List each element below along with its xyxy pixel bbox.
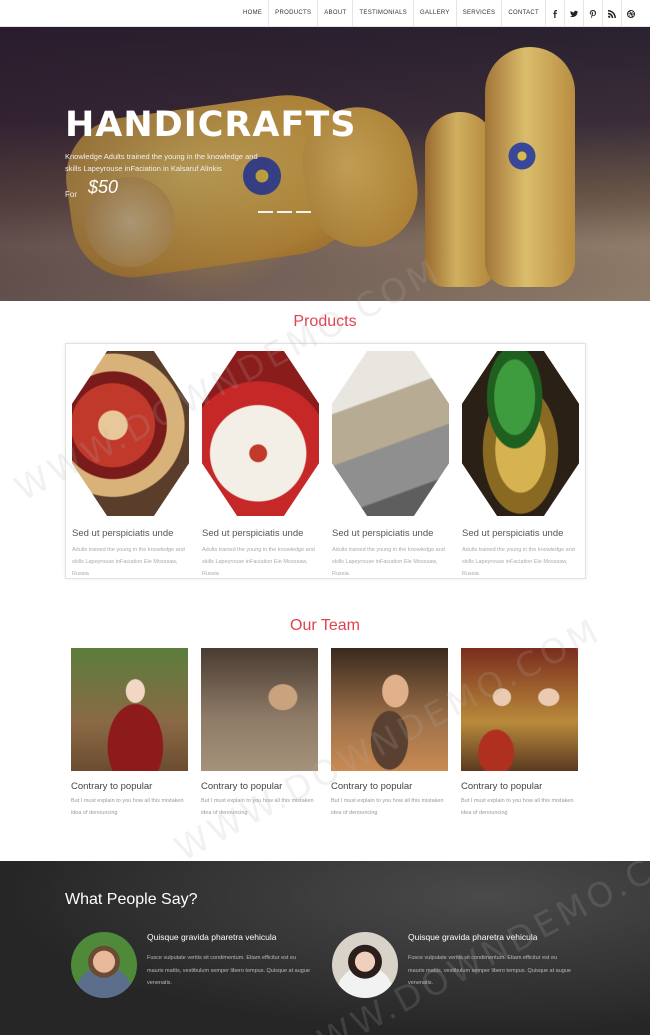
nav-testimonials[interactable]: TESTIMONIALS bbox=[352, 0, 413, 27]
slider-dot[interactable] bbox=[258, 211, 273, 213]
team-card[interactable]: Contrary to popular But I must explain t… bbox=[461, 648, 578, 819]
product-title: Sed ut perspiciatis unde bbox=[202, 528, 304, 539]
product-image-puppet bbox=[462, 351, 579, 516]
nav-about[interactable]: ABOUT bbox=[317, 0, 352, 27]
hero-subtitle: Knowledge Adults trained the young in th… bbox=[65, 152, 258, 173]
team-photo bbox=[71, 648, 188, 771]
products-panel: Sed ut perspiciatis unde Adults trained … bbox=[65, 343, 586, 579]
slider-dot[interactable] bbox=[296, 211, 311, 213]
nav-gallery[interactable]: GALLERY bbox=[413, 0, 456, 27]
team-photo bbox=[331, 648, 448, 771]
team-desc: But I must explain to you how all this m… bbox=[71, 798, 184, 816]
team-heading: Our Team bbox=[290, 617, 360, 634]
top-navigation: HOME PRODUCTS ABOUT TESTIMONIALS GALLERY… bbox=[0, 0, 650, 27]
testimonial-text: Fusce vulputate veritis sit condimentum.… bbox=[408, 955, 571, 986]
product-card[interactable]: Sed ut perspiciatis unde Adults trained … bbox=[332, 351, 449, 580]
product-desc: Adults trained the young in the knowledg… bbox=[72, 547, 185, 577]
team-card[interactable]: Contrary to popular But I must explain t… bbox=[201, 648, 318, 819]
products-heading: Products bbox=[293, 313, 357, 330]
product-title: Sed ut perspiciatis unde bbox=[462, 528, 564, 539]
testimonials-section: What People Say? Quisque gravida pharetr… bbox=[0, 861, 650, 1035]
nav-links: HOME PRODUCTS ABOUT TESTIMONIALS GALLERY… bbox=[237, 0, 640, 27]
pinterest-icon[interactable] bbox=[583, 0, 602, 27]
slider-dot[interactable] bbox=[277, 211, 292, 213]
product-desc: Adults trained the young in the knowledg… bbox=[462, 547, 575, 577]
team-card[interactable]: Contrary to popular But I must explain t… bbox=[71, 648, 188, 819]
team-title: Contrary to popular bbox=[71, 781, 153, 792]
product-image-snowman bbox=[202, 351, 319, 516]
hero-price-prefix: For bbox=[65, 190, 77, 199]
testimonials-heading: What People Say? bbox=[65, 891, 198, 908]
team-title: Contrary to popular bbox=[331, 781, 413, 792]
team-desc: But I must explain to you how all this m… bbox=[331, 798, 444, 816]
rss-icon[interactable] bbox=[602, 0, 621, 27]
product-title: Sed ut perspiciatis unde bbox=[72, 528, 174, 539]
team-photo bbox=[201, 648, 318, 771]
product-card[interactable]: Sed ut perspiciatis unde Adults trained … bbox=[72, 351, 189, 580]
team-photo bbox=[461, 648, 578, 771]
team-title: Contrary to popular bbox=[201, 781, 283, 792]
avatar bbox=[332, 932, 398, 998]
slider-indicators bbox=[258, 211, 311, 213]
team-desc: But I must explain to you how all this m… bbox=[201, 798, 314, 816]
nav-home[interactable]: HOME bbox=[237, 0, 268, 27]
testimonial-name: Quisque gravida pharetra vehicula bbox=[147, 932, 277, 942]
team-card[interactable]: Contrary to popular But I must explain t… bbox=[331, 648, 448, 819]
dribbble-icon[interactable] bbox=[621, 0, 640, 27]
product-card[interactable]: Sed ut perspiciatis unde Adults trained … bbox=[202, 351, 319, 580]
product-card[interactable]: Sed ut perspiciatis unde Adults trained … bbox=[462, 351, 579, 580]
facebook-icon[interactable] bbox=[545, 0, 564, 27]
product-title: Sed ut perspiciatis unde bbox=[332, 528, 434, 539]
testimonial-text: Fusce vulputate veritis sit condimentum.… bbox=[147, 955, 310, 986]
nav-products[interactable]: PRODUCTS bbox=[268, 0, 317, 27]
team-desc: But I must explain to you how all this m… bbox=[461, 798, 574, 816]
nav-contact[interactable]: CONTACT bbox=[501, 0, 545, 27]
twitter-icon[interactable] bbox=[564, 0, 583, 27]
hero-price: $50 bbox=[88, 177, 119, 197]
product-image-matryoshka bbox=[72, 351, 189, 516]
team-title: Contrary to popular bbox=[461, 781, 543, 792]
hero-title: HANDICRAFTS bbox=[65, 105, 357, 145]
avatar bbox=[71, 932, 137, 998]
hero-banner: HANDICRAFTS Knowledge Adults trained the… bbox=[0, 27, 650, 301]
product-desc: Adults trained the young in the knowledg… bbox=[202, 547, 315, 577]
product-desc: Adults trained the young in the knowledg… bbox=[332, 547, 445, 577]
testimonial-name: Quisque gravida pharetra vehicula bbox=[408, 932, 538, 942]
nav-services[interactable]: SERVICES bbox=[455, 0, 502, 27]
product-image-knit-doll bbox=[332, 351, 449, 516]
